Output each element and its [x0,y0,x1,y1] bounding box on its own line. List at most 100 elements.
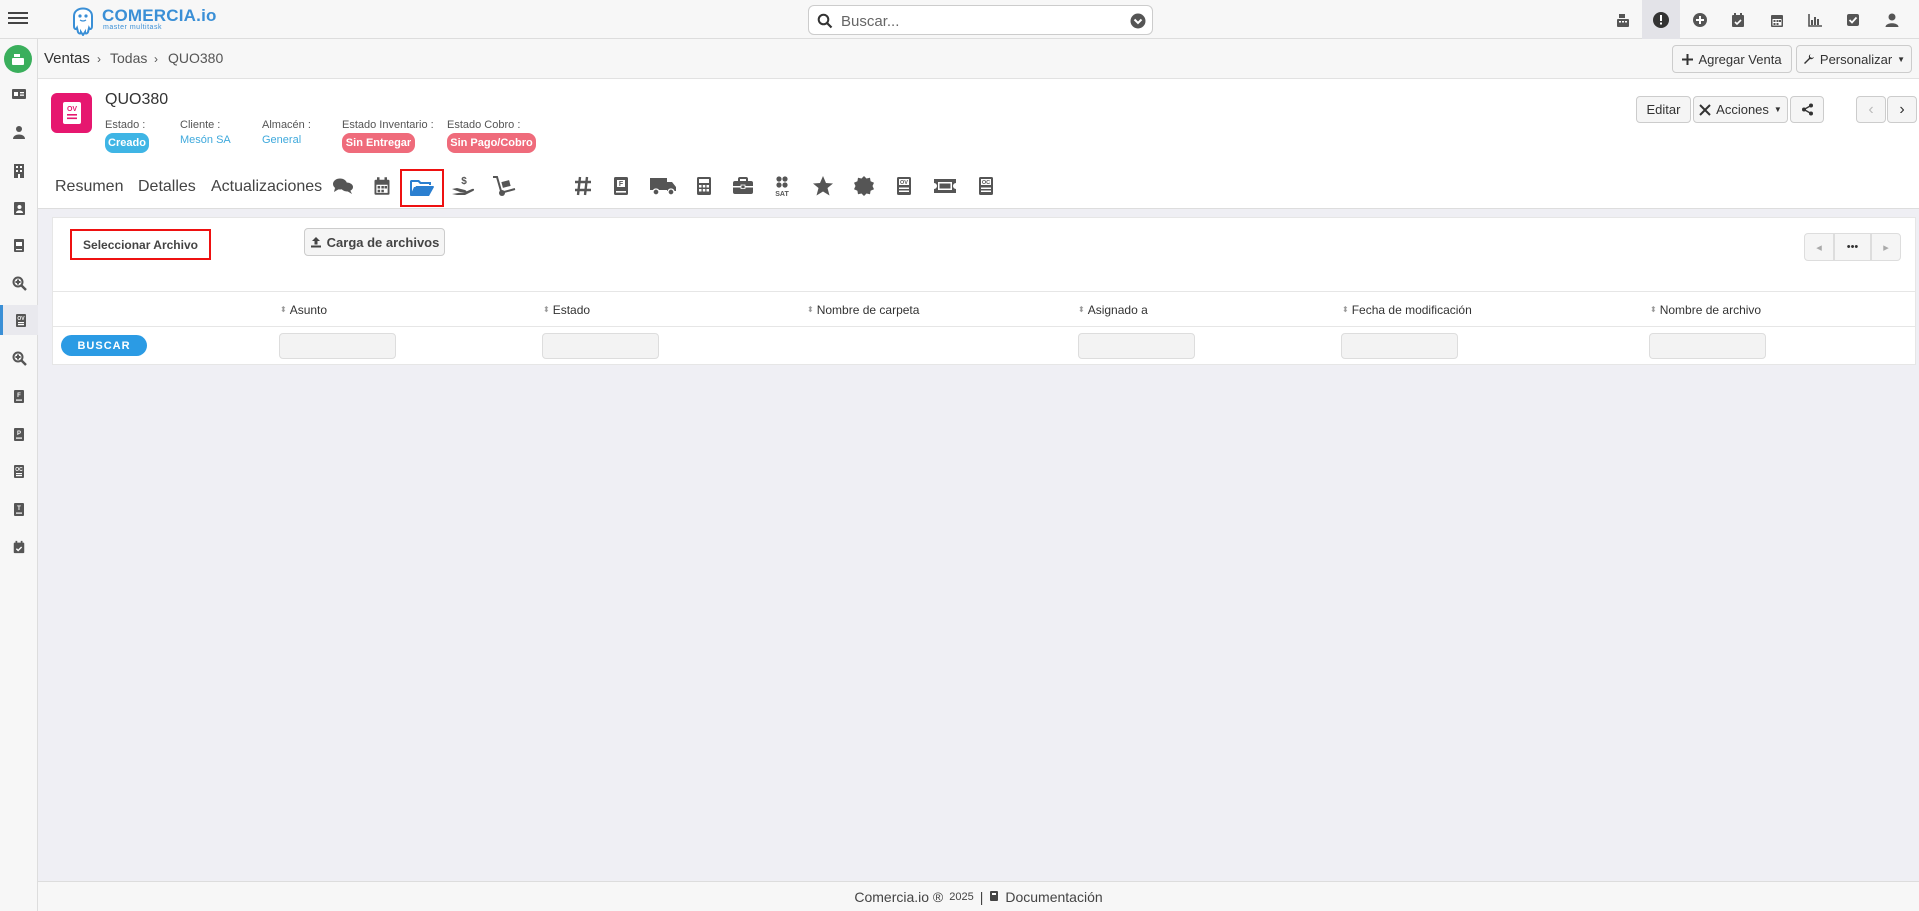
svg-text:OV: OV [66,106,76,113]
plus-circle-icon[interactable] [1681,0,1719,39]
ov-doc-icon[interactable]: OV [0,305,38,335]
briefcase-icon[interactable] [727,171,759,201]
p-doc-icon[interactable]: P [0,419,38,449]
sort-icon: ⬍ [1650,305,1657,314]
svg-text:F: F [17,393,21,399]
sales-module-icon[interactable] [4,45,32,73]
breadcrumb-ventas[interactable]: Ventas [44,50,90,67]
folder-open-icon[interactable] [400,169,444,207]
search-zoom-icon[interactable] [0,343,38,373]
calendar-check-icon[interactable] [0,532,38,562]
column-header-archivo[interactable]: ⬍ Nombre de archivo [1650,303,1761,317]
tab-detalles[interactable]: Detalles [138,178,196,196]
top-navbar: COMERCIA.io master multitask [0,0,1919,39]
id-card-icon[interactable] [0,79,38,109]
search-input[interactable] [841,11,1111,31]
dolly-icon[interactable] [488,171,520,201]
customize-button[interactable]: Personalizar ▼ [1796,45,1912,73]
table-header: ⬍ Asunto ⬍ Estado ⬍ Nombre de carpeta ⬍ Asig… [53,291,1915,327]
tab-resumen[interactable]: Resumen [55,178,123,196]
cliente-link[interactable]: Mesón SA [180,134,231,146]
chevron-down-circle-icon[interactable] [1130,13,1146,29]
search-zoom-icon[interactable] [0,268,38,298]
certificate-icon[interactable] [848,171,880,201]
column-header-asignado[interactable]: ⬍ Asignado a [1078,303,1148,317]
edit-button[interactable]: Editar [1636,96,1691,123]
global-search[interactable] [808,5,1153,35]
sat-icon[interactable]: SAT [766,171,798,201]
calendar-icon[interactable] [366,171,398,201]
person-icon[interactable] [0,117,38,147]
page-title: QUO380 [105,91,169,108]
upload-icon [310,237,321,248]
chevron-right-icon: › [1899,100,1905,118]
footer-separator: | [979,888,984,905]
search-button[interactable]: BUSCAR [61,335,147,356]
next-record-button[interactable]: › [1887,96,1917,123]
column-header-carpeta[interactable]: ⬍ Nombre de carpeta [807,303,919,317]
svg-text:OV: OV [900,180,908,186]
filter-estado-input[interactable] [542,333,659,359]
menu-hamburger-icon[interactable] [8,9,28,29]
filter-asignado-input[interactable] [1078,333,1195,359]
filter-archivo-input[interactable] [1649,333,1766,359]
pager-prev-button[interactable]: ◂ [1804,233,1834,261]
svg-text:F: F [619,181,624,188]
tab-actualizaciones[interactable]: Actualizaciones [211,178,322,196]
chart-icon[interactable] [1796,0,1834,39]
breadcrumb-todas[interactable]: Todas [110,50,147,66]
breadcrumb-current: QUO380 [168,50,224,66]
cash-register-icon[interactable] [1604,0,1642,39]
star-icon[interactable] [807,171,839,201]
oc-doc-icon[interactable]: OC [0,456,38,486]
record-header: OV QUO380 Estado : Creado Cliente : Mesó… [38,79,1919,209]
plus-icon [1682,53,1694,65]
ov-doc-icon[interactable]: OV [888,171,920,201]
ticket-icon[interactable] [929,171,961,201]
chevron-right-icon: › [97,52,101,66]
sort-icon: ⬍ [280,305,287,314]
truck-icon[interactable] [647,171,679,201]
select-file-label: Seleccionar Archivo [83,237,198,252]
f-book-icon[interactable]: F [605,171,637,201]
filter-fecha-input[interactable] [1341,333,1458,359]
share-button[interactable] [1790,96,1824,123]
inventario-label: Estado Inventario : [342,119,434,131]
column-header-asunto[interactable]: ⬍ Asunto [280,303,327,317]
filter-asunto-input[interactable] [279,333,396,359]
alert-icon[interactable] [1642,0,1680,39]
comments-icon[interactable] [327,171,359,201]
octopus-logo-icon [73,7,93,36]
hashtag-icon[interactable] [567,171,599,201]
user-icon[interactable] [1873,0,1911,39]
actions-dropdown[interactable]: Acciones ▼ [1693,96,1788,123]
select-file-button[interactable]: Seleccionar Archivo [70,229,211,260]
building-icon[interactable] [0,155,38,185]
column-header-fecha[interactable]: ⬍ Fecha de modificación [1342,303,1472,317]
pager-next-button[interactable]: ▸ [1871,233,1901,261]
footer-brand: Comercia.io ® [854,888,944,905]
pager-more-button[interactable]: ••• [1834,233,1871,261]
calendar-check-icon[interactable] [1719,0,1757,39]
svg-text:$: $ [461,176,467,187]
documentation-link[interactable]: Documentación [1005,889,1102,905]
book-icon[interactable] [0,230,38,260]
estado-label: Estado : [105,119,146,131]
ov-doc-icon: OV [51,93,92,133]
t-doc-icon[interactable]: T [0,494,38,524]
share-icon [1801,103,1813,116]
app-logo[interactable]: COMERCIA.io master multitask [68,2,218,36]
column-header-estado[interactable]: ⬍ Estado [543,303,590,317]
oc-doc-icon[interactable]: OC [970,171,1002,201]
calculator-icon[interactable] [688,171,720,201]
previous-record-button[interactable]: ‹ [1856,96,1886,123]
f-doc-icon[interactable]: F [0,381,38,411]
add-sale-button[interactable]: Agregar Venta [1672,45,1792,73]
almacen-link[interactable]: General [262,134,301,146]
cobro-label: Estado Cobro : [447,119,521,131]
hand-dollar-icon[interactable]: $ [448,171,480,201]
contact-card-icon[interactable] [0,193,38,223]
upload-files-button[interactable]: Carga de archivos [304,228,445,256]
calendar-icon[interactable] [1758,0,1796,39]
checkbox-icon[interactable] [1834,0,1872,39]
